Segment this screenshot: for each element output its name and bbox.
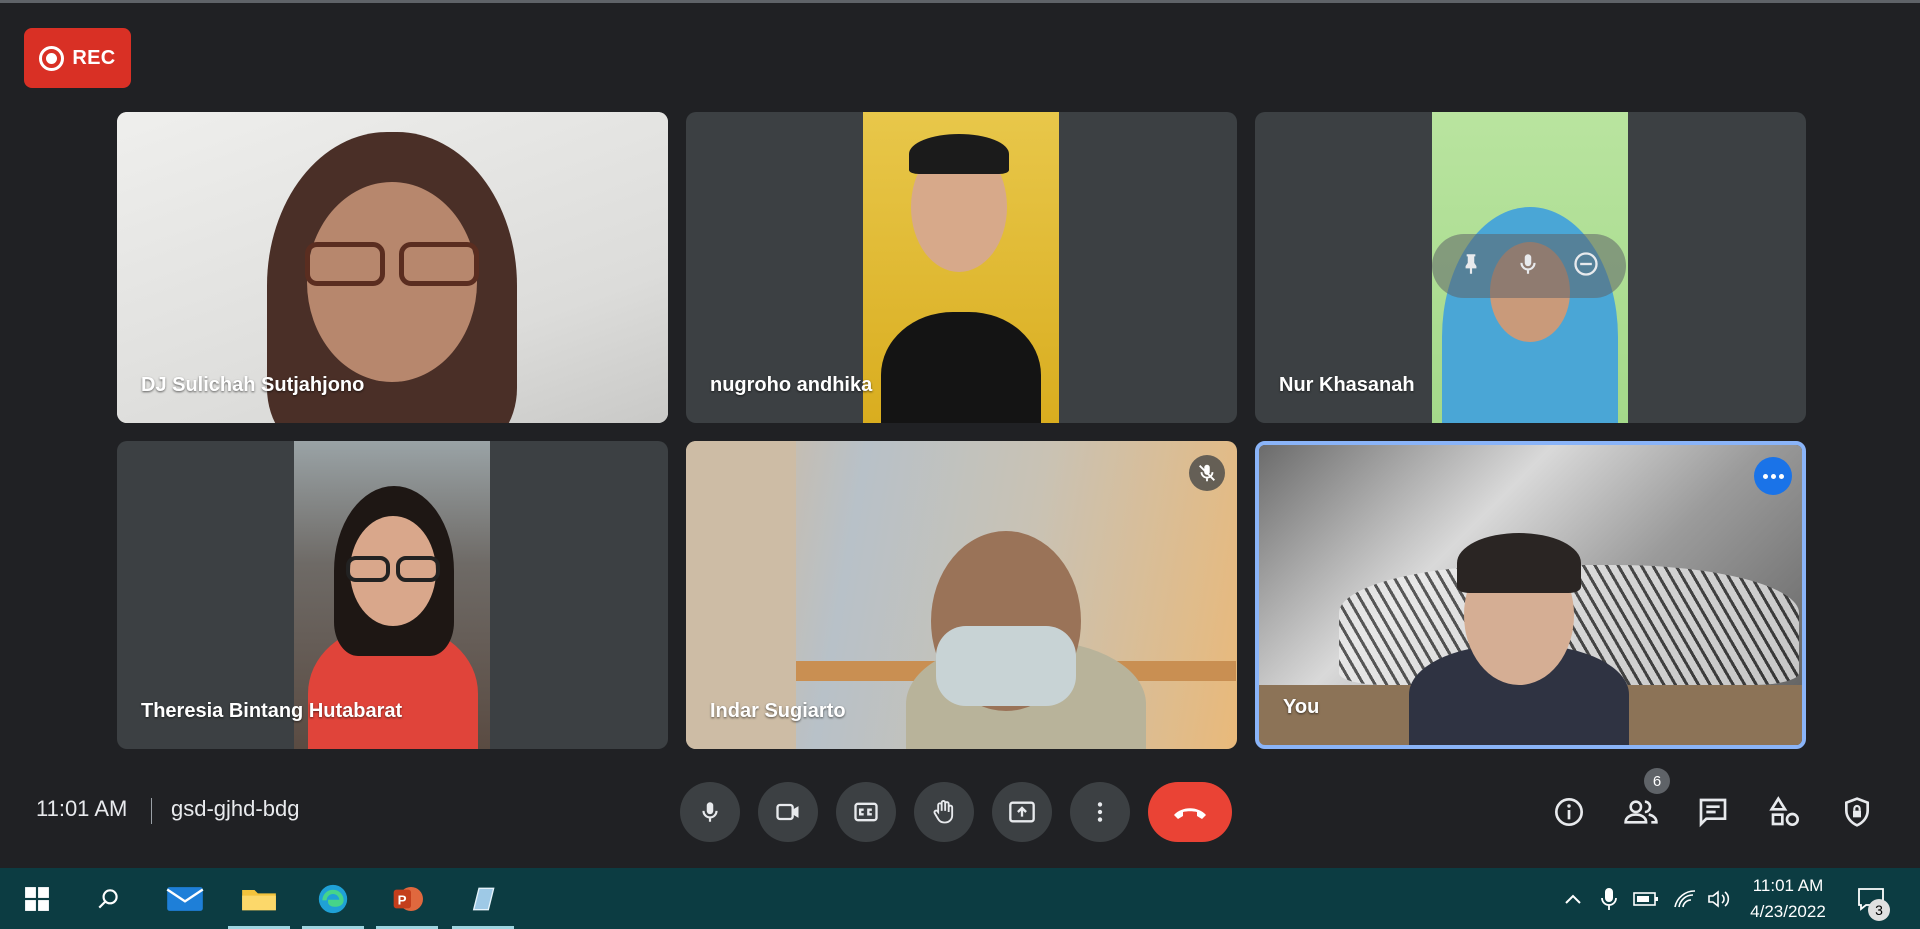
wifi-icon bbox=[1674, 890, 1696, 908]
camera-icon bbox=[776, 803, 799, 821]
meeting-details-button[interactable] bbox=[1545, 788, 1593, 836]
host-controls-button[interactable] bbox=[1833, 788, 1881, 836]
participant-tile[interactable]: nugroho andhika bbox=[686, 112, 1237, 423]
chat-button[interactable] bbox=[1689, 788, 1737, 836]
notepad-icon bbox=[472, 887, 495, 910]
remove-icon[interactable] bbox=[1572, 250, 1600, 283]
taskbar-powerpoint[interactable]: P bbox=[370, 868, 444, 929]
svg-text:P: P bbox=[398, 892, 407, 907]
people-button[interactable] bbox=[1617, 788, 1665, 836]
taskbar-edge[interactable] bbox=[296, 868, 370, 929]
participant-name: nugroho andhika bbox=[710, 374, 873, 396]
end-call-button[interactable] bbox=[1148, 782, 1232, 842]
top-border bbox=[0, 0, 1920, 3]
muted-indicator bbox=[1189, 455, 1225, 491]
record-icon bbox=[39, 45, 65, 71]
notification-count: 3 bbox=[1868, 899, 1890, 921]
present-icon bbox=[1009, 801, 1035, 823]
participant-name: Indar Sugiarto bbox=[710, 700, 846, 722]
powerpoint-icon: P bbox=[393, 886, 423, 911]
battery-icon bbox=[1633, 892, 1658, 906]
people-icon bbox=[1624, 800, 1658, 824]
participant-name: Theresia Bintang Hutabarat bbox=[141, 700, 403, 722]
taskbar-date: 4/23/2022 bbox=[1750, 902, 1826, 921]
edge-icon bbox=[318, 884, 348, 913]
self-video bbox=[1259, 445, 1802, 745]
participant-name: Nur Khasanah bbox=[1279, 374, 1415, 396]
microphone-icon bbox=[702, 802, 718, 822]
show-hidden-icons[interactable] bbox=[1562, 886, 1584, 912]
chevron-up-icon bbox=[1565, 894, 1581, 904]
participant-video bbox=[863, 112, 1059, 423]
tray-network[interactable] bbox=[1672, 886, 1698, 912]
tray-microphone[interactable] bbox=[1598, 886, 1620, 912]
meeting-controls-bar: 11:01 AM gsd-gjhd-bdg 6 bbox=[0, 760, 1920, 868]
more-options-button[interactable] bbox=[1070, 782, 1130, 842]
taskbar-file-explorer[interactable] bbox=[222, 868, 296, 929]
tray-volume[interactable] bbox=[1706, 886, 1732, 912]
end-call-icon bbox=[1174, 808, 1206, 819]
mail-icon bbox=[166, 886, 204, 911]
camera-button[interactable] bbox=[758, 782, 818, 842]
participant-name: You bbox=[1283, 696, 1320, 718]
meeting-time: 11:01 AM bbox=[36, 796, 128, 821]
raise-hand-icon bbox=[933, 800, 954, 824]
recording-label: REC bbox=[72, 46, 116, 69]
pin-icon[interactable] bbox=[1458, 251, 1484, 282]
meeting-code: gsd-gjhd-bdg bbox=[171, 796, 300, 821]
captions-button[interactable] bbox=[836, 782, 896, 842]
self-tile[interactable]: You bbox=[1255, 441, 1806, 749]
tray-battery[interactable] bbox=[1632, 886, 1660, 912]
search-icon bbox=[98, 888, 118, 908]
participant-tile[interactable]: Theresia Bintang Hutabarat bbox=[117, 441, 668, 749]
taskbar-time: 11:01 AM bbox=[1752, 876, 1824, 895]
taskbar-mail[interactable] bbox=[148, 868, 222, 929]
start-button[interactable] bbox=[0, 868, 74, 929]
info-icon bbox=[1555, 798, 1583, 826]
microphone-icon[interactable] bbox=[1515, 251, 1541, 282]
divider bbox=[151, 798, 152, 824]
self-more-options-button[interactable] bbox=[1754, 457, 1792, 495]
taskbar-notepad[interactable] bbox=[446, 868, 520, 929]
windows-taskbar: P 11:01 AM 4/23/2022 3 bbox=[0, 868, 1920, 929]
chat-icon bbox=[1699, 798, 1727, 828]
taskbar-clock[interactable]: 11:01 AM 4/23/2022 bbox=[1740, 873, 1836, 925]
activities-button[interactable] bbox=[1761, 788, 1809, 836]
windows-logo-icon bbox=[25, 886, 49, 911]
participant-tile[interactable]: DJ Sulichah Sutjahjono bbox=[117, 112, 668, 423]
microphone-button[interactable] bbox=[680, 782, 740, 842]
present-button[interactable] bbox=[992, 782, 1052, 842]
participant-name: DJ Sulichah Sutjahjono bbox=[141, 374, 365, 396]
raise-hand-button[interactable] bbox=[914, 782, 974, 842]
activities-icon bbox=[1769, 796, 1799, 826]
folder-icon bbox=[242, 889, 276, 910]
volume-icon bbox=[1708, 890, 1730, 908]
tile-hover-toolbar bbox=[1432, 234, 1626, 298]
search-button[interactable] bbox=[72, 868, 146, 929]
captions-icon bbox=[854, 802, 878, 822]
more-options-icon bbox=[1097, 802, 1103, 822]
shield-lock-icon bbox=[1845, 797, 1869, 827]
microphone-icon bbox=[1601, 888, 1617, 910]
recording-indicator[interactable]: REC bbox=[24, 28, 131, 88]
people-count-badge: 6 bbox=[1644, 768, 1670, 794]
participant-tile[interactable]: Indar Sugiarto bbox=[686, 441, 1237, 749]
